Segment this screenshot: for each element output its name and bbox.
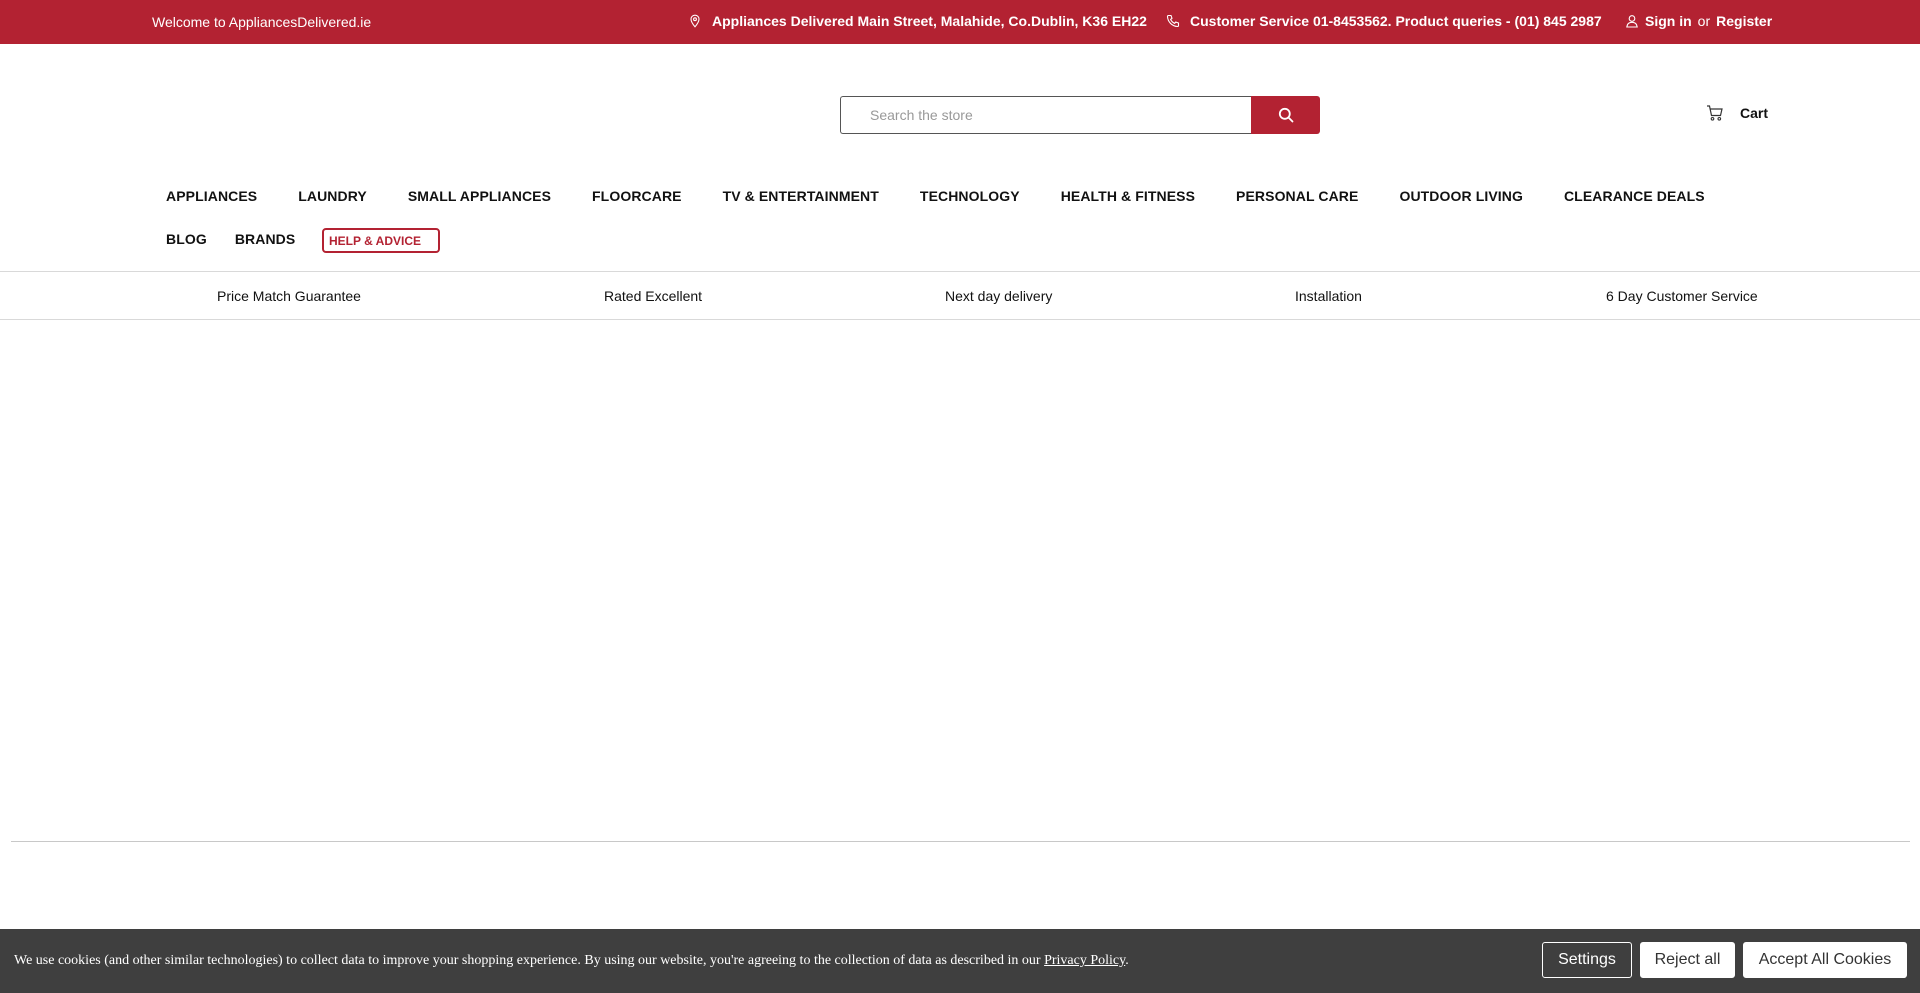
- phone-icon: [1166, 14, 1180, 28]
- cart-label: Cart: [1740, 105, 1769, 121]
- cookie-settings-button[interactable]: Settings: [1542, 942, 1632, 978]
- nav-item-clearance-deals[interactable]: CLEARANCE DEALS: [1564, 188, 1705, 204]
- help-advice-button[interactable]: HELP & ADVICE: [322, 228, 440, 253]
- cart-icon: [1707, 105, 1723, 121]
- nav-item-technology[interactable]: TECHNOLOGY: [920, 188, 1020, 204]
- map-pin-icon: [690, 14, 700, 28]
- phone-text: Customer Service 01-8453562. Product que…: [1190, 13, 1602, 29]
- sign-in-link[interactable]: Sign in: [1645, 13, 1692, 29]
- customer-service-phone[interactable]: Customer Service 01-8453562. Product que…: [1166, 13, 1602, 29]
- register-link[interactable]: Register: [1716, 13, 1772, 29]
- cookie-banner: We use cookies (and other similar techno…: [0, 929, 1920, 993]
- nav-item-tv-entertainment[interactable]: TV & ENTERTAINMENT: [723, 188, 879, 204]
- accept-all-cookies-button[interactable]: Accept All Cookies: [1743, 942, 1907, 978]
- nav-item-brands[interactable]: BRANDS: [235, 231, 296, 247]
- nav-item-health-fitness[interactable]: HEALTH & FITNESS: [1061, 188, 1195, 204]
- nav-item-outdoor-living[interactable]: OUTDOOR LIVING: [1399, 188, 1523, 204]
- secondary-nav: BLOG BRANDS: [166, 231, 295, 247]
- user-icon: [1626, 15, 1638, 28]
- nav-item-small-appliances[interactable]: SMALL APPLIANCES: [408, 188, 551, 204]
- cookie-message-period: .: [1125, 953, 1129, 968]
- nav-item-laundry[interactable]: LAUNDRY: [298, 188, 367, 204]
- address-text: Appliances Delivered Main Street, Malahi…: [712, 13, 1147, 29]
- reject-all-button[interactable]: Reject all: [1640, 942, 1735, 978]
- nav-item-floorcare[interactable]: FLOORCARE: [592, 188, 682, 204]
- nav-item-blog[interactable]: BLOG: [166, 231, 207, 247]
- usp-customer-service[interactable]: 6 Day Customer Service: [1606, 288, 1758, 304]
- search-icon: [1278, 107, 1293, 123]
- nav-item-appliances[interactable]: APPLIANCES: [166, 188, 257, 204]
- usp-price-match[interactable]: Price Match Guarantee: [217, 288, 361, 304]
- cart-link[interactable]: Cart: [1706, 104, 1768, 122]
- search-button[interactable]: [1251, 96, 1320, 134]
- top-bar: Welcome to AppliancesDelivered.ie Applia…: [0, 0, 1920, 44]
- usp-installation[interactable]: Installation: [1295, 288, 1362, 304]
- usp-bar: Price Match Guarantee Rated Excellent Ne…: [0, 271, 1920, 320]
- privacy-policy-link[interactable]: Privacy Policy: [1044, 953, 1125, 968]
- cookie-message-text: We use cookies (and other similar techno…: [14, 953, 1045, 968]
- cookie-message: We use cookies (and other similar techno…: [14, 953, 1129, 969]
- usp-next-day-delivery[interactable]: Next day delivery: [945, 288, 1052, 304]
- welcome-text: Welcome to AppliancesDelivered.ie: [152, 14, 372, 30]
- search-form: [840, 96, 1320, 134]
- account-links: Sign in or Register: [1625, 13, 1772, 29]
- search-input[interactable]: [840, 96, 1252, 134]
- content-divider: [11, 841, 1910, 842]
- store-address[interactable]: Appliances Delivered Main Street, Malahi…: [688, 13, 1147, 29]
- usp-rated-excellent[interactable]: Rated Excellent: [604, 288, 702, 304]
- nav-item-personal-care[interactable]: PERSONAL CARE: [1236, 188, 1358, 204]
- or-text: or: [1697, 13, 1711, 29]
- main-nav: APPLIANCES LAUNDRY SMALL APPLIANCES FLOO…: [166, 188, 1705, 204]
